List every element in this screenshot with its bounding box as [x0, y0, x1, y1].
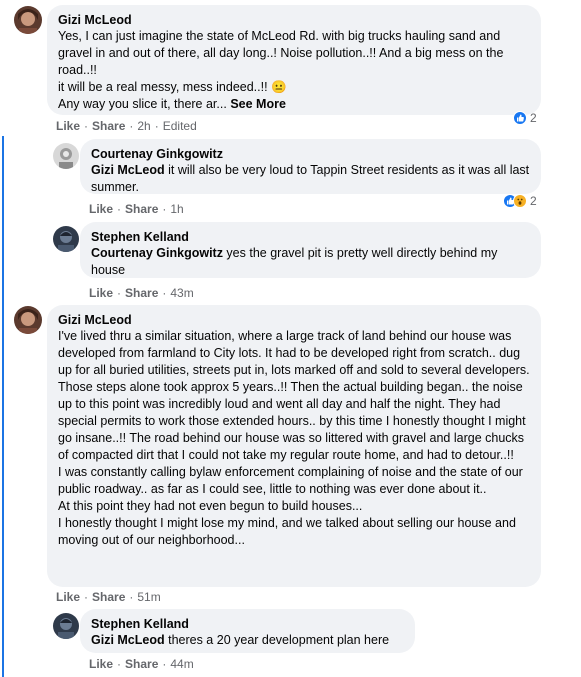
comment-bubble: Gizi McLeod Yes, I can just imagine the … — [47, 5, 541, 115]
comment-time[interactable]: 43m — [170, 286, 193, 300]
comment-bubble: Stephen Kelland Courtenay Ginkgowitz yes… — [80, 222, 541, 278]
share-button[interactable]: Share — [92, 590, 125, 604]
share-button[interactable]: Share — [92, 119, 125, 133]
reaction-summary[interactable]: 2 — [503, 194, 537, 208]
mention-link[interactable]: Courtenay Ginkgowitz — [91, 246, 223, 260]
reply-thread-line — [2, 136, 4, 677]
comment-time[interactable]: 44m — [170, 657, 193, 671]
comment-time[interactable]: 2h — [137, 119, 150, 133]
comment-actions: Like · Share · 1h — [89, 202, 184, 216]
reaction-count: 2 — [530, 194, 537, 208]
avatar[interactable] — [14, 306, 42, 334]
like-button[interactable]: Like — [89, 286, 113, 300]
avatar[interactable] — [53, 226, 79, 252]
comment-text: Gizi McLeod theres a 20 year development… — [91, 632, 404, 649]
comment-actions: Like · Share · 51m — [56, 590, 161, 604]
avatar[interactable] — [14, 6, 42, 34]
share-button[interactable]: Share — [125, 286, 158, 300]
like-button[interactable]: Like — [56, 119, 80, 133]
comment-bubble: Stephen Kelland Gizi McLeod theres a 20 … — [80, 609, 415, 653]
comment-text: Yes, I can just imagine the state of McL… — [58, 28, 530, 113]
see-more-link[interactable]: See More — [230, 97, 286, 111]
comment-time[interactable]: 51m — [137, 590, 160, 604]
comment-author[interactable]: Gizi McLeod — [58, 12, 530, 28]
avatar[interactable] — [53, 613, 79, 639]
reaction-count: 2 — [530, 111, 537, 125]
avatar[interactable] — [53, 143, 79, 169]
comment-time[interactable]: 1h — [170, 202, 183, 216]
comment-author[interactable]: Gizi McLeod — [58, 312, 530, 328]
mention-link[interactable]: Gizi McLeod — [91, 633, 165, 647]
like-button[interactable]: Like — [89, 202, 113, 216]
comment-bubble: Gizi McLeod I've lived thru a similar si… — [47, 305, 541, 587]
comment-actions: Like · Share · 2h · Edited — [56, 119, 197, 133]
comment-body: theres a 20 year development plan here — [164, 633, 390, 647]
comment-author[interactable]: Courtenay Ginkgowitz — [91, 146, 530, 162]
comment-author[interactable]: Stephen Kelland — [91, 616, 404, 632]
reaction-summary[interactable]: 2 — [513, 111, 537, 125]
comment-actions: Like · Share · 43m — [89, 286, 194, 300]
comment-body: I've lived thru a similar situation, whe… — [58, 329, 530, 547]
comment-actions: Like · Share · 44m — [89, 657, 194, 671]
comment-author[interactable]: Stephen Kelland — [91, 229, 530, 245]
like-reaction-icon — [513, 111, 527, 125]
comment-bubble: Courtenay Ginkgowitz Gizi McLeod it will… — [80, 139, 541, 194]
comment-text: Courtenay Ginkgowitz yes the gravel pit … — [91, 245, 530, 279]
share-button[interactable]: Share — [125, 202, 158, 216]
edited-label: Edited — [162, 119, 197, 133]
comment-text: Gizi McLeod it will also be very loud to… — [91, 162, 530, 196]
like-button[interactable]: Like — [89, 657, 113, 671]
mention-link[interactable]: Gizi McLeod — [91, 163, 165, 177]
wow-reaction-icon — [513, 194, 527, 208]
share-button[interactable]: Share — [125, 657, 158, 671]
like-button[interactable]: Like — [56, 590, 80, 604]
